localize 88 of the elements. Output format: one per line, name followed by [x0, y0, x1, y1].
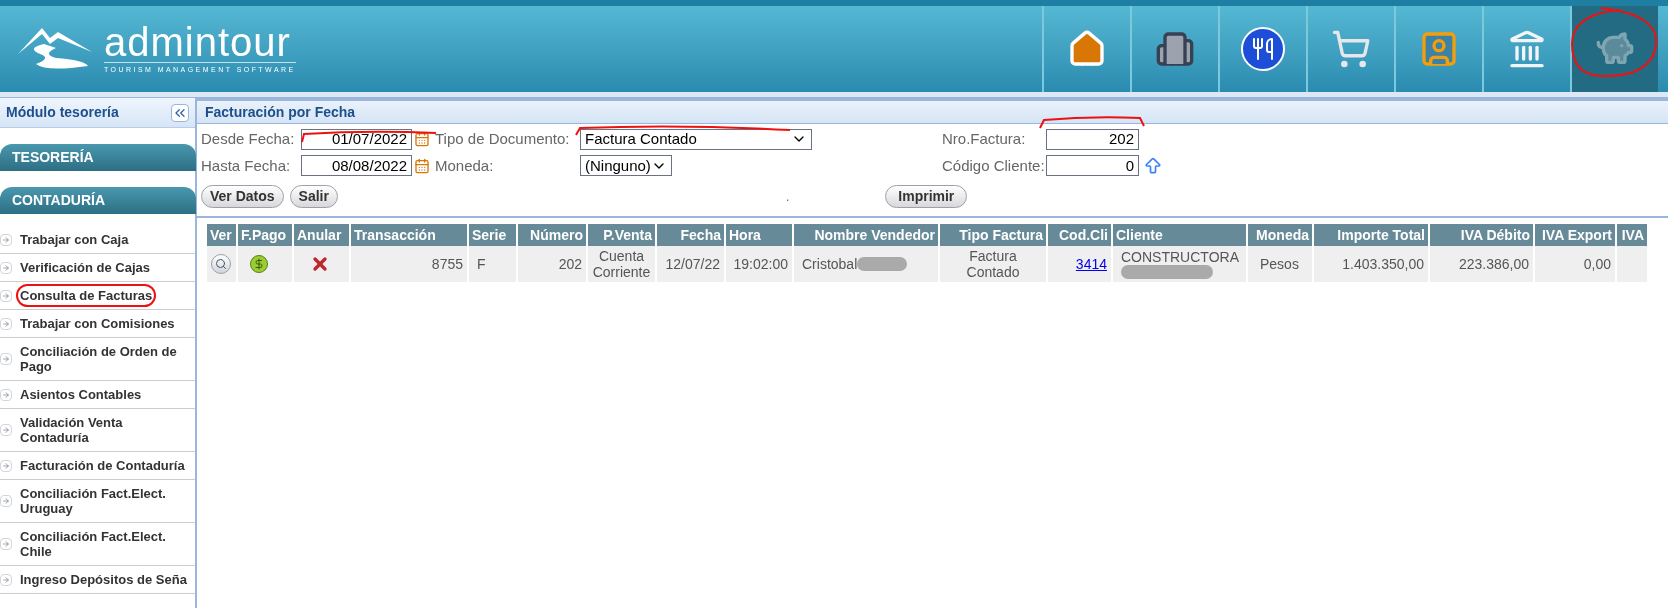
column-header[interactable]: IVA Export — [1534, 224, 1616, 246]
sidebar-item[interactable]: Verificación de Cajas — [20, 260, 151, 275]
column-header[interactable]: Transacción — [350, 224, 468, 246]
field-label: Hasta Fecha: — [201, 155, 292, 176]
arrow-icon — [0, 353, 12, 365]
sidebar-item[interactable]: Trabajar con Caja — [20, 232, 129, 247]
sidebar-item[interactable]: Ingreso Depósitos de Seña — [20, 572, 187, 587]
logo-wordmark: admintour — [104, 22, 292, 63]
date-field[interactable]: 08/08/2022 — [301, 155, 412, 177]
section-header[interactable]: CONTADURÍA — [0, 187, 196, 214]
table-cell-text: CONSTRUCTORA — [1121, 249, 1240, 265]
panel-title: Facturación por Fecha — [205, 102, 356, 122]
table-cell: 8755 — [431, 255, 463, 272]
column-header[interactable]: Importe Total — [1313, 224, 1429, 246]
column-header[interactable]: Cod.Cli — [1047, 224, 1112, 246]
column-header[interactable]: Ver — [207, 224, 237, 246]
section-header[interactable]: TESORERÍA — [0, 144, 196, 171]
nav-tab[interactable] — [1570, 6, 1658, 92]
arrow-icon — [0, 424, 12, 436]
sidebar-item[interactable]: Conciliación de Orden de Pago — [20, 344, 191, 374]
action-button[interactable]: Ver Datos — [201, 185, 284, 208]
table-cell: 19:02:00 — [733, 255, 788, 272]
date-field[interactable]: 01/07/2022 — [301, 128, 412, 150]
sidebar-item[interactable]: Conciliación Fact.Elect. Chile — [20, 529, 191, 559]
arrow-icon — [0, 233, 12, 246]
home-icon — [1067, 29, 1107, 69]
column-header[interactable]: IVA — [1616, 224, 1648, 246]
column-header[interactable]: Nombre Vendedor — [793, 224, 939, 246]
table-cell: 202 — [558, 255, 582, 272]
dot-text: . — [785, 188, 790, 206]
field-label: Moneda: — [435, 155, 495, 176]
column-header[interactable]: IVA Débito — [1429, 224, 1534, 246]
arrow-icon — [0, 538, 12, 550]
sidebar-item[interactable]: Conciliación Fact.Elect. Uruguay — [20, 486, 191, 516]
sidebar-item[interactable]: Validación Venta Contaduría — [20, 415, 191, 445]
currency-select[interactable]: (Ninguno) — [580, 155, 672, 177]
arrow-icon — [0, 289, 12, 302]
column-header[interactable]: Fecha — [656, 224, 725, 246]
table-cell: 0,00 — [1583, 255, 1611, 272]
sidebar-item[interactable]: Facturación de Contaduría — [20, 458, 185, 473]
field-label: Código Cliente: — [941, 155, 1046, 176]
column-header[interactable]: Tipo Factura — [939, 224, 1047, 246]
column-header[interactable]: Hora — [725, 224, 793, 246]
cart-icon — [1331, 29, 1371, 69]
client-code-field[interactable]: 0 — [1046, 155, 1139, 177]
arrow-icon — [0, 495, 12, 507]
redaction-mark — [857, 257, 908, 271]
bank-icon — [1507, 29, 1547, 69]
arrow-icon — [0, 459, 12, 472]
view-icon[interactable] — [211, 254, 231, 274]
column-header[interactable]: Serie — [468, 224, 517, 246]
person-folder-icon — [1419, 29, 1459, 69]
up-arrow-icon[interactable] — [1143, 155, 1163, 176]
table-cell: 1.403.350,00 — [1342, 255, 1424, 272]
print-button[interactable]: Imprimir — [885, 185, 968, 208]
table-cell: F — [477, 255, 486, 272]
table-cell: 223.386,00 — [1458, 255, 1529, 272]
table-cell: Factura Contado — [966, 248, 1020, 280]
field-label: Desde Fecha: — [201, 129, 296, 149]
payment-icon[interactable] — [250, 255, 268, 273]
action-button[interactable]: Salir — [289, 185, 338, 208]
table-cell-text: Cristobal — [802, 254, 858, 274]
arrow-icon — [0, 573, 12, 586]
fork-knife-icon — [1241, 27, 1285, 71]
table-cell: Cuenta Corriente — [592, 248, 651, 280]
field-label: Nro.Factura: — [941, 129, 1027, 149]
column-header[interactable]: F.Pago — [237, 224, 293, 246]
arrow-icon — [0, 388, 12, 401]
table-cell: 12/07/22 — [665, 255, 720, 272]
column-header[interactable]: P.Venta — [587, 224, 656, 246]
arrow-icon — [0, 261, 12, 274]
table-cell: Pesos — [1260, 255, 1299, 272]
collapse-icon[interactable] — [171, 103, 189, 122]
cancel-icon[interactable] — [310, 254, 330, 274]
document-type-select[interactable]: Factura Contado — [580, 128, 812, 150]
calendar-icon[interactable] — [414, 131, 430, 148]
column-header[interactable]: Moneda — [1247, 224, 1313, 246]
column-header[interactable]: Número — [517, 224, 587, 246]
building-icon — [1155, 29, 1195, 69]
column-header[interactable]: Anular — [293, 224, 350, 246]
arrow-icon — [0, 317, 12, 330]
sidebar-title: Módulo tesorería — [6, 103, 119, 122]
calendar-icon[interactable] — [414, 157, 430, 174]
column-header[interactable]: Cliente — [1112, 224, 1247, 246]
field-label: Tipo de Documento: — [435, 129, 571, 149]
sidebar-item[interactable]: Trabajar con Comisiones — [20, 316, 175, 331]
invoice-number-field[interactable]: 202 — [1046, 128, 1139, 150]
sidebar-item[interactable]: Asientos Contables — [20, 387, 142, 402]
